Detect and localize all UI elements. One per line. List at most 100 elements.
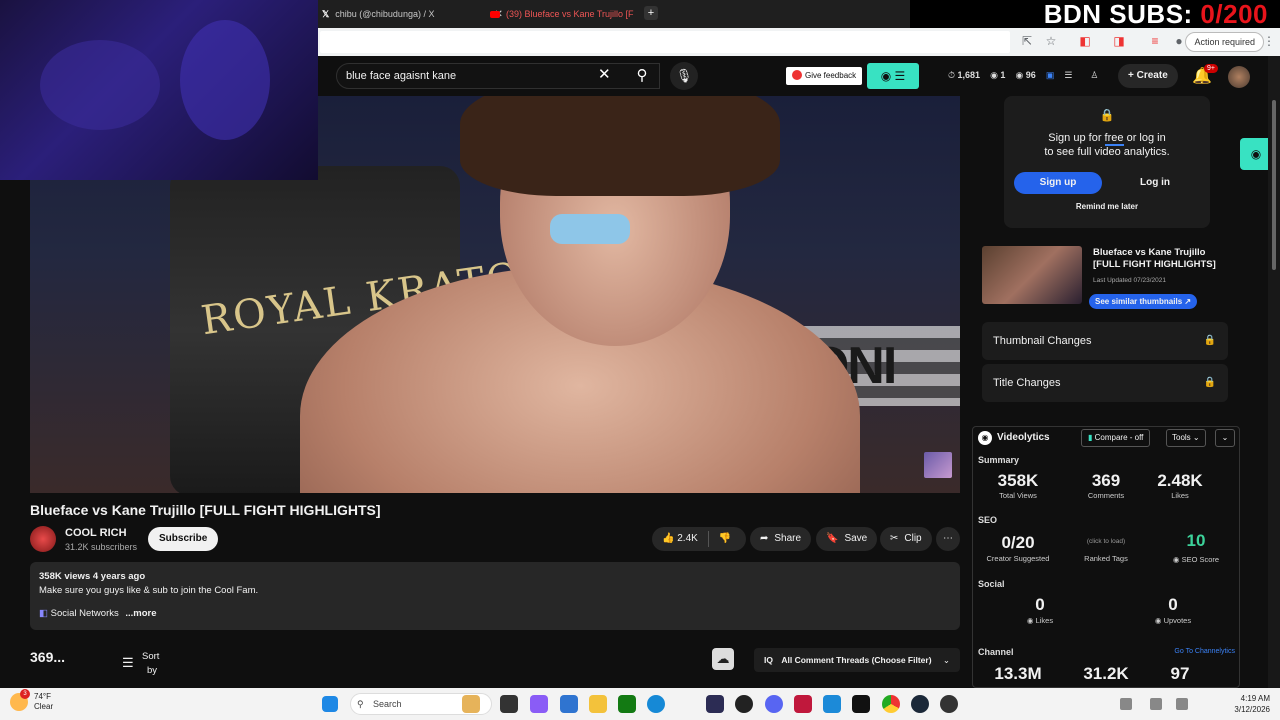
see-similar-thumbnails-button[interactable]: See similar thumbnails ↗ — [1089, 294, 1198, 309]
notification-badge: 9+ — [1204, 64, 1218, 73]
login-button[interactable]: Log in — [1140, 172, 1170, 194]
system-clock[interactable]: 4:19 AM 3/12/2026 — [1234, 693, 1270, 715]
last-updated: Last Updated 07/23/2021 — [1093, 277, 1167, 284]
clear-search-icon[interactable]: ✕ — [598, 65, 611, 83]
microphone-icon[interactable]: 🎙 — [670, 62, 698, 90]
click-to-load-link[interactable]: (click to load) — [1061, 538, 1151, 545]
thumbnail-changes-row[interactable]: Thumbnail Changes 🔒 — [982, 322, 1228, 360]
vidiq-menu-button[interactable]: ◉ ☰ — [867, 63, 919, 89]
like-button[interactable]: 👍 2.4K — [662, 527, 698, 551]
description-line: Make sure you guys like & sub to join th… — [39, 585, 259, 596]
windows-taskbar: 3 74°F Clear ⚲ Search 4:19 AM 3/12/2026 — [0, 688, 1280, 720]
chrome-icon[interactable] — [882, 695, 900, 713]
tab-title: (39) Blueface vs Kane Trujillo [F — [506, 9, 634, 19]
videolytics-title: Videolytics — [997, 432, 1050, 443]
save-button[interactable]: 🔖 Save — [816, 527, 878, 551]
compare-toggle[interactable]: ▮ Compare - off — [1081, 429, 1151, 447]
discord-icon[interactable] — [765, 695, 783, 713]
more-actions-button[interactable]: ⋯ — [936, 527, 960, 551]
epic-games-icon[interactable] — [852, 695, 870, 713]
similar-thumbnail[interactable] — [982, 246, 1082, 304]
search-icon: ⚲ — [357, 699, 364, 709]
lock-icon: 🔒 — [1099, 108, 1115, 122]
share-button[interactable]: ➦ Share — [750, 527, 812, 551]
tab-x[interactable]: 𝕏 chibu (@chibudunga) / X ✕ — [322, 4, 503, 24]
channel-views-value: 13.3M — [994, 664, 1042, 683]
volume-icon[interactable] — [1176, 698, 1188, 710]
extension-icon[interactable]: ◨ — [1112, 34, 1126, 48]
edge-icon[interactable] — [647, 695, 665, 713]
temperature: 74°F — [34, 692, 51, 701]
videolytics-panel: ◉ Videolytics ▮ Compare - off Tools ⌄ ⌄ … — [972, 426, 1240, 688]
search-input[interactable]: blue face agaisnt kane — [336, 63, 660, 89]
seo-score-label: ◉ SEO Score — [1172, 555, 1220, 564]
task-view-icon[interactable] — [500, 695, 518, 713]
chart-icon: ▮ — [1088, 433, 1093, 442]
total-views-label: Total Views — [999, 491, 1037, 500]
xbox-icon[interactable] — [618, 695, 636, 713]
give-feedback-button[interactable]: Give feedback — [786, 67, 863, 85]
copilot-icon[interactable] — [530, 695, 548, 713]
app-icon[interactable] — [823, 695, 841, 713]
channel-name[interactable]: COOL RICH — [65, 527, 127, 539]
vidiq-logo-icon: ◉ — [978, 431, 992, 445]
clip-button[interactable]: ✂ Clip — [880, 527, 932, 551]
comment-threads-filter[interactable]: IQ All Comment Threads (Choose Filter) ⌄ — [754, 648, 960, 672]
account-avatar[interactable] — [1228, 66, 1250, 88]
browser-tab-bar: 𝕏 chibu (@chibudunga) / X ✕ (39) Bluefac… — [318, 0, 910, 28]
file-explorer-icon[interactable] — [589, 695, 607, 713]
extension-icon[interactable]: ≡ — [1148, 34, 1162, 48]
action-required-button[interactable]: Action required — [1185, 32, 1264, 52]
scrollbar[interactable] — [1268, 56, 1280, 688]
tab-youtube[interactable]: (39) Blueface vs Kane Trujillo [F ✕ — [490, 4, 652, 24]
search-icon[interactable]: ⚲ — [624, 63, 660, 89]
weather-widget[interactable]: 3 74°F Clear — [10, 689, 53, 712]
like-count: 2.4K — [677, 533, 698, 544]
subs-value: 0/200 — [1200, 0, 1268, 29]
views-stat: ⏱ 1,681 — [948, 70, 981, 80]
sort-label: Sort — [142, 651, 160, 662]
scrollbar-thumb[interactable] — [1272, 100, 1276, 270]
app-icon[interactable] — [794, 695, 812, 713]
badge-icon[interactable]: ▣ — [1046, 70, 1055, 81]
lock-icon: 🔒 — [1203, 377, 1216, 388]
address-field[interactable] — [320, 31, 1010, 53]
tools-label: Tools — [1172, 433, 1191, 442]
profile-icon[interactable]: ● — [1172, 34, 1186, 48]
tray-icon[interactable] — [1120, 698, 1132, 710]
sort-by-button[interactable]: ☰ Sort by — [122, 650, 159, 678]
description-box[interactable]: 358K views 4 years ago Make sure you guy… — [30, 562, 960, 630]
more-link[interactable]: ...more — [125, 608, 156, 619]
dislike-icon[interactable]: 👎 — [719, 527, 731, 551]
start-menu-icon[interactable] — [322, 696, 338, 712]
app-icon[interactable] — [940, 695, 958, 713]
tools-dropdown[interactable]: Tools ⌄ — [1166, 429, 1206, 447]
network-icon[interactable] — [1150, 698, 1162, 710]
subscribe-button[interactable]: Subscribe — [148, 527, 219, 551]
vidiq-logo-icon — [792, 70, 802, 80]
channel-avatar[interactable] — [30, 526, 56, 552]
obs-icon[interactable] — [735, 695, 753, 713]
channel-watermark[interactable] — [924, 452, 952, 478]
subs-counter-overlay: BDN SUBS: 0/200 — [1044, 0, 1268, 30]
steam-icon[interactable] — [911, 695, 929, 713]
trophy-icon[interactable]: ♙ — [1090, 70, 1098, 81]
create-button[interactable]: + Create — [1118, 64, 1178, 88]
collapse-button[interactable]: ⌄ — [1215, 429, 1235, 447]
game-icon[interactable] — [706, 695, 724, 713]
extension-icon[interactable]: ◧ — [1078, 34, 1092, 48]
compare-label: Compare - off — [1094, 433, 1144, 442]
channelytics-link[interactable]: Go To Channelytics — [1174, 648, 1235, 655]
signup-button[interactable]: Sign up — [1014, 172, 1102, 194]
new-tab-button[interactable]: + — [644, 6, 658, 20]
menu-kebab-icon[interactable]: ⋮ — [1262, 34, 1276, 48]
subs-label: BDN SUBS: — [1043, 0, 1201, 29]
store-icon[interactable] — [560, 695, 578, 713]
word-cloud-icon[interactable]: ☁ — [712, 648, 734, 670]
youtube-header: blue face agaisnt kane ✕ ⚲ 🎙 Give feedba… — [318, 56, 1280, 96]
install-icon[interactable]: ⇱ — [1020, 34, 1034, 48]
title-changes-row[interactable]: Title Changes 🔒 — [982, 364, 1228, 402]
list-icon[interactable]: ☰ — [1064, 70, 1072, 81]
remind-later-link[interactable]: Remind me later — [1004, 202, 1210, 211]
bookmark-star-icon[interactable]: ☆ — [1044, 34, 1058, 48]
